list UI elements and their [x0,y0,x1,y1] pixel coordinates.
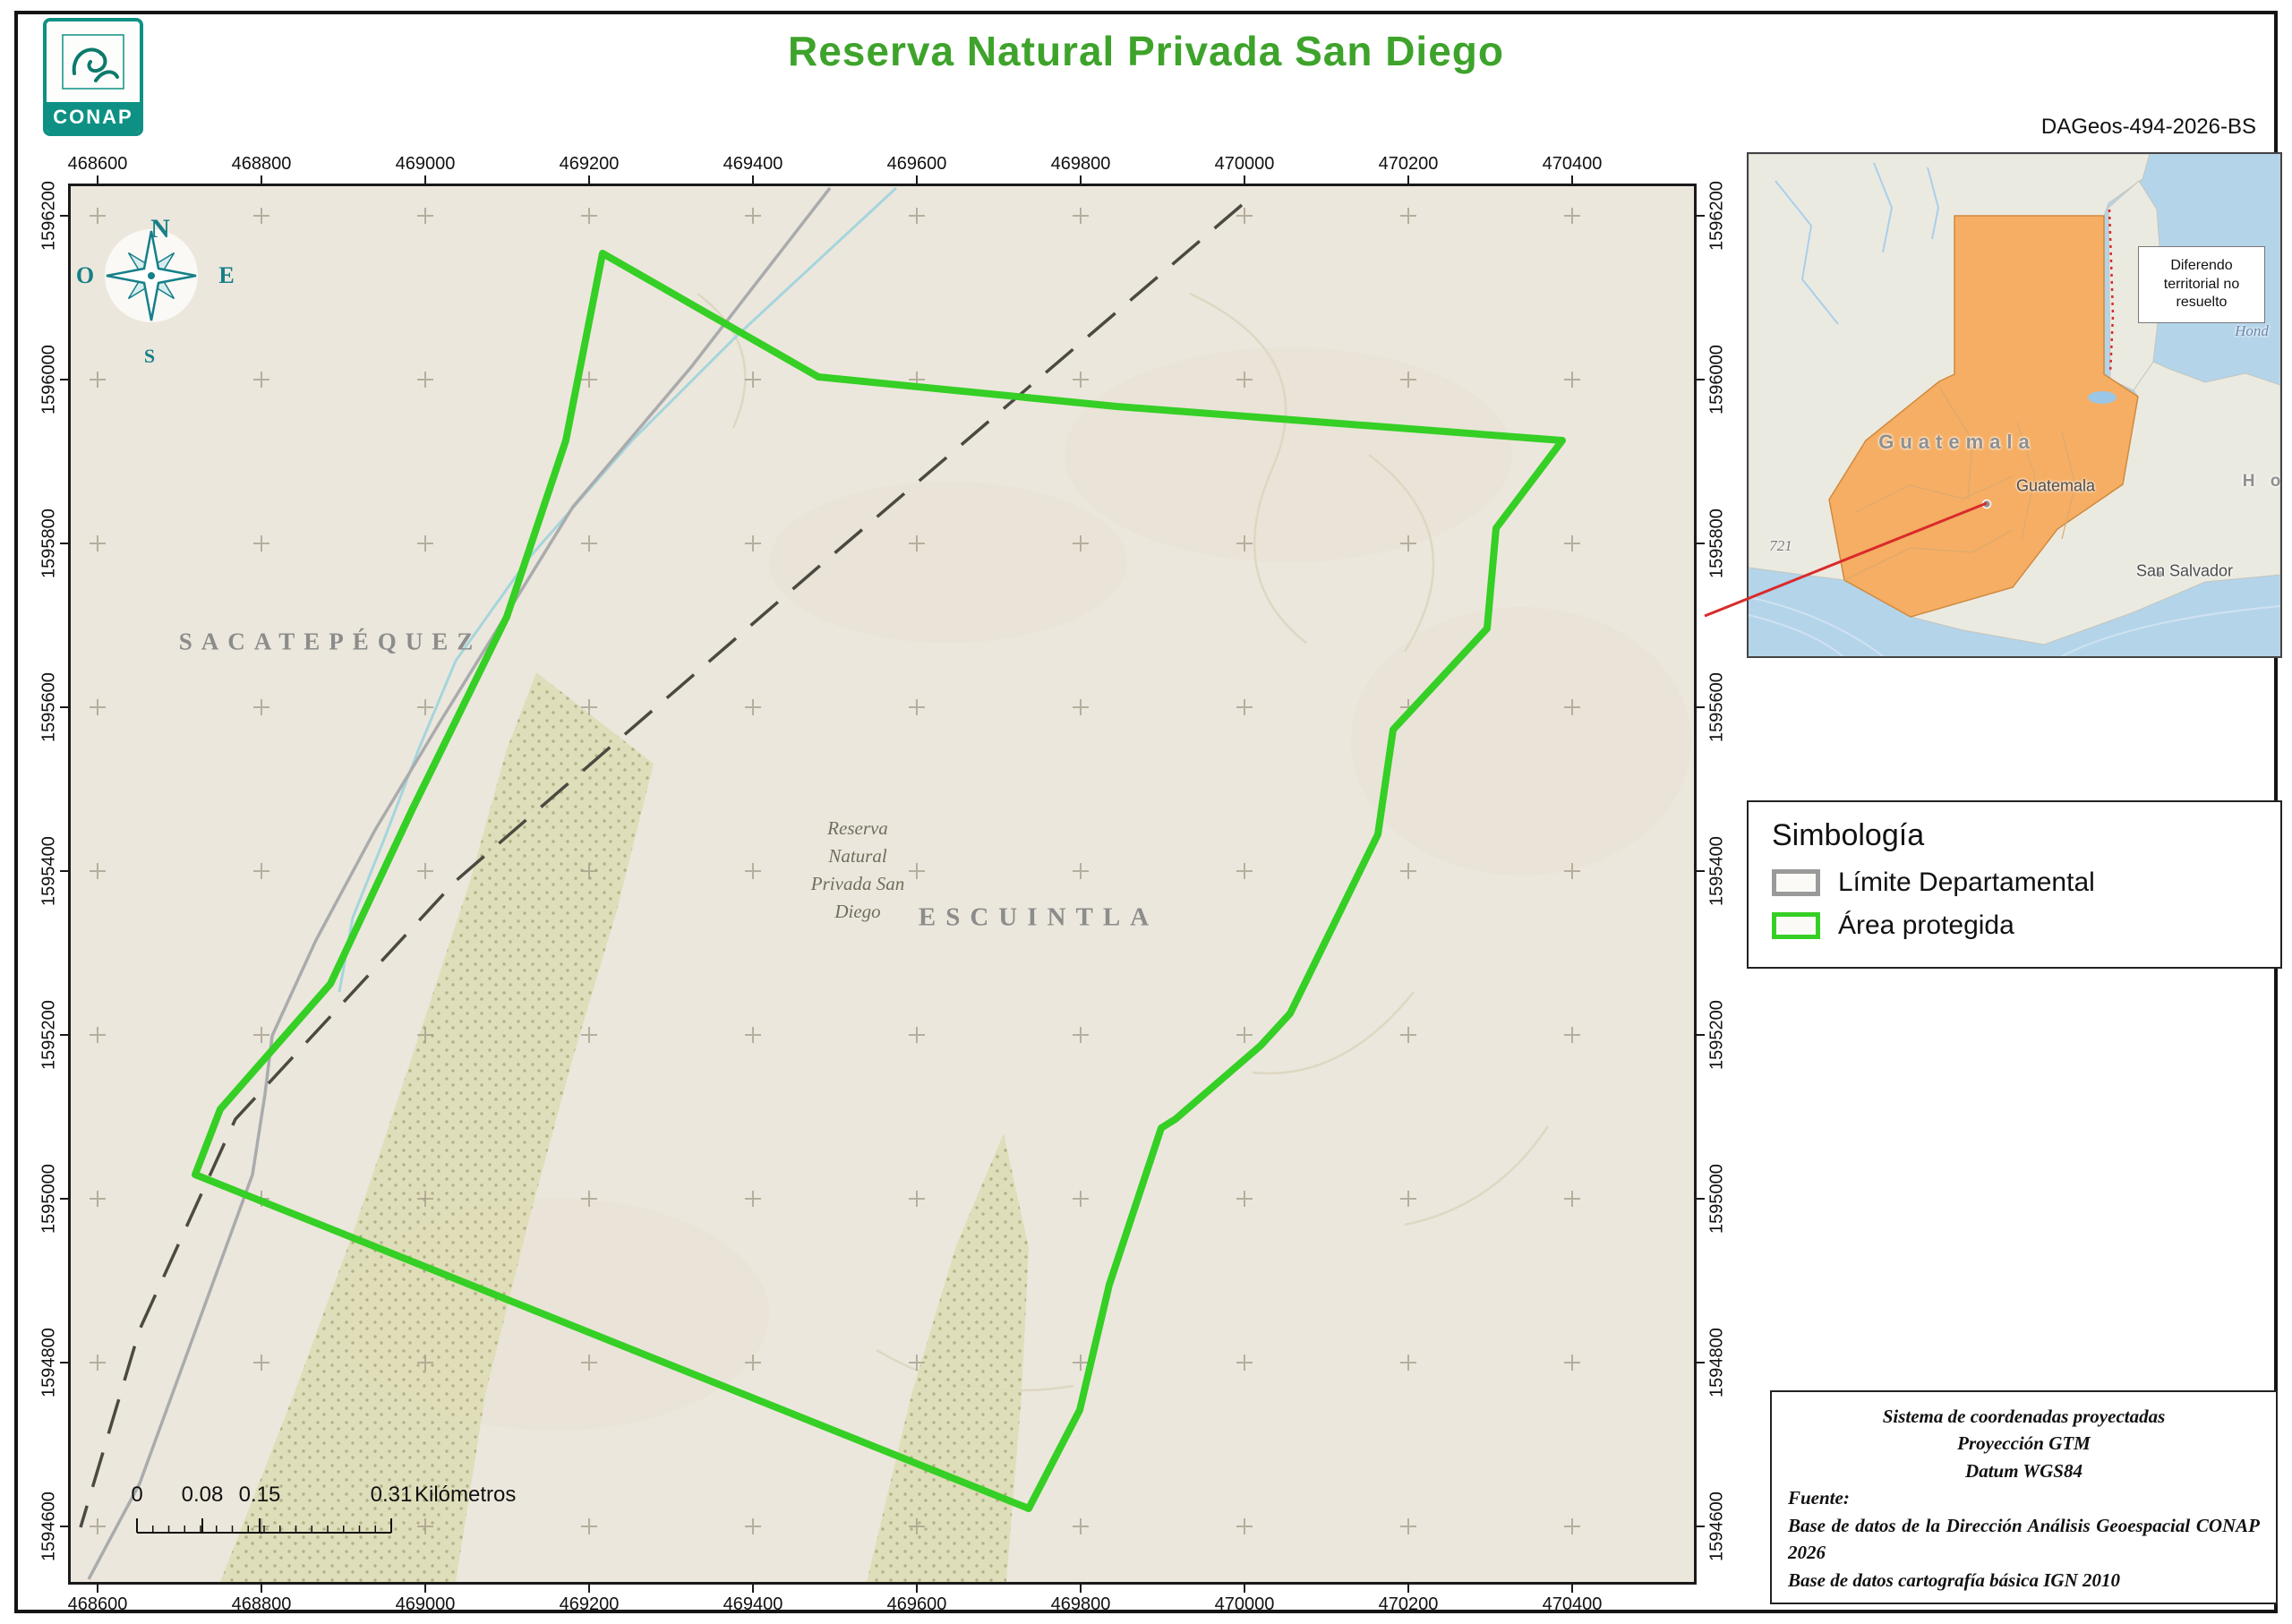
credits-line: Proyección GTM [1788,1430,2260,1457]
compass-west-label: O [76,262,94,289]
callout-line: territorial no [2164,276,2239,295]
inset-map: Guatemala Guatemala San Salvador 721 Hon… [1747,152,2282,658]
callout-line: Diferendo [2170,257,2232,276]
inset-honduras-label: H o [2243,472,2282,491]
scale-bar: 0 0.08 0.15 0.31 Kilómetros [71,1475,572,1561]
territorial-dispute-callout: Diferendo territorial no resuelto [2138,246,2265,323]
scale-label-0: 0 [131,1483,142,1508]
credits-source-label: Fuente: [1788,1484,2260,1511]
map-canvas: SACATEPÉQUEZ ESCUINTLA Reserva Natural P… [68,184,1697,1585]
reserve-name-label: Reserva Natural Privada San Diego [811,815,904,926]
credits-source-line: Base de datos cartografía básica IGN 201… [1788,1567,2260,1594]
scale-ruler [130,1513,407,1540]
relief-shading [1351,607,1691,876]
inset-honduras-italic-label: Hond [2235,322,2269,340]
inset-depth-label: 721 [1769,537,1792,555]
credits-box: Sistema de coordenadas proyectadas Proye… [1770,1390,2278,1604]
page-title: Reserva Natural Privada San Diego [0,27,2292,75]
relief-shading [1065,347,1512,562]
reserve-name-line: Natural [811,842,904,870]
legend-title: Simbología [1772,818,2257,853]
departmental-limit-swatch [1772,869,1820,896]
legend-item-departmental-limit: Límite Departamental [1772,868,2257,898]
scale-unit-label: Kilómetros [415,1483,516,1508]
scale-label-015: 0.15 [239,1483,281,1508]
credits-line: Datum WGS84 [1788,1457,2260,1484]
legend-box: Simbología Límite Departamental Área pro… [1747,800,2282,969]
document-code: DAGeos-494-2026-BS [2041,115,2256,140]
department-label-escuintla: ESCUINTLA [919,903,1159,933]
reserve-name-line: Diego [811,898,904,926]
legend-item-protected-area: Área protegida [1772,910,2257,941]
conap-logo: CONAP [43,18,143,136]
compass-east-label: E [218,262,234,289]
inset-country-label: Guatemala [1878,431,2036,454]
conap-logo-text: CONAP [47,102,140,132]
inset-drawing [1749,154,2282,658]
compass-rose: N E S O [71,186,259,379]
compass-north-label: N [150,214,170,244]
inset-capital-label: Guatemala [2016,477,2095,496]
department-label-sacatepequez: SACATEPÉQUEZ [179,628,483,656]
inset-lake [2088,391,2117,404]
conap-emblem-icon [47,21,140,102]
compass-south-label: S [144,345,155,368]
reserve-name-line: Reserva [811,815,904,842]
capital-city-dot [1983,500,1991,509]
inset-city-label: San Salvador [2136,562,2233,581]
credits-line: Sistema de coordenadas proyectadas [1788,1403,2260,1430]
reserve-name-line: Privada San [811,870,904,898]
scale-label-031: 0.31 [371,1483,413,1508]
callout-line: resuelto [2177,294,2228,312]
scale-label-008: 0.08 [182,1483,224,1508]
legend-item-label: Límite Departamental [1838,868,2095,898]
relief-shading [769,482,1127,643]
credits-source-line: Base de datos de la Dirección Análisis G… [1788,1512,2260,1567]
legend-item-label: Área protegida [1838,910,2014,941]
protected-area-swatch [1772,912,1820,939]
